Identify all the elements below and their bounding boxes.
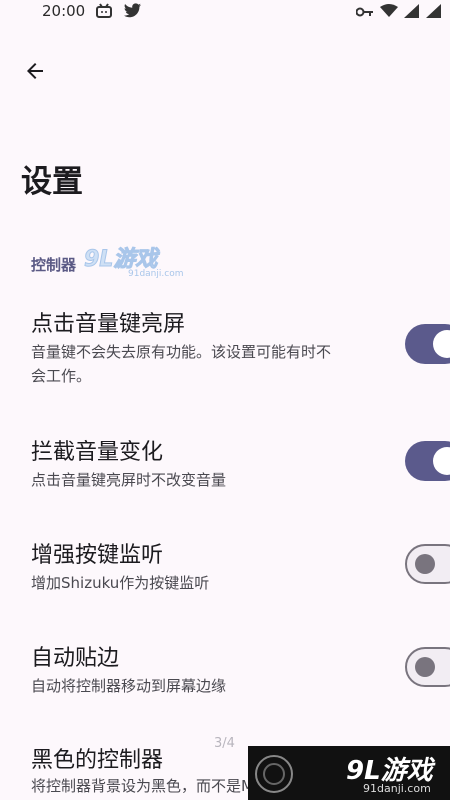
toggle-switch[interactable] xyxy=(405,441,450,481)
page-title: 设置 xyxy=(21,164,83,200)
setting-row-enhanced-key-listen[interactable]: 增强按键监听 增加Shizuku作为按键监听 xyxy=(0,533,450,603)
setting-title: 拦截音量变化 xyxy=(31,440,164,465)
switch-knob xyxy=(433,447,450,475)
status-bar: 20:00 xyxy=(0,0,450,24)
switch-knob xyxy=(415,554,435,574)
signal-icon-2 xyxy=(426,3,442,22)
setting-title: 点击音量键亮屏 xyxy=(31,312,186,337)
twitter-icon xyxy=(124,3,142,23)
setting-row-volume-key-wake[interactable]: 点击音量键亮屏 音量键不会失去原有功能。该设置可能有时不 会工作。 xyxy=(0,300,450,400)
setting-title: 黑色的控制器 xyxy=(31,748,164,773)
setting-title: 增强按键监听 xyxy=(31,543,164,568)
toggle-switch[interactable] xyxy=(405,647,450,687)
wifi-icon xyxy=(380,3,398,22)
watermark-url-text: 91danji.com xyxy=(128,269,183,279)
watermark-logo: 9L游戏 91danji.com xyxy=(84,244,184,280)
setting-desc: 增加Shizuku作为按键监听 xyxy=(31,574,210,592)
switch-knob xyxy=(433,330,450,358)
setting-desc: 点击音量键亮屏时不改变音量 xyxy=(31,471,227,489)
setting-row-intercept-volume[interactable]: 拦截音量变化 点击音量键亮屏时不改变音量 xyxy=(0,430,450,500)
setting-desc-line2: 会工作。 xyxy=(31,367,92,385)
toggle-switch[interactable] xyxy=(405,324,450,364)
bilibili-icon xyxy=(95,3,113,23)
toggle-switch[interactable] xyxy=(405,544,450,584)
setting-desc: 将控制器背景设为黑色，而不是Mo xyxy=(31,777,264,795)
setting-desc: 自动将控制器移动到屏幕边缘 xyxy=(31,677,227,695)
setting-desc: 音量键不会失去原有功能。该设置可能有时不 xyxy=(31,343,332,361)
setting-row-auto-snap-edge[interactable]: 自动贴边 自动将控制器移动到屏幕边缘 xyxy=(0,636,450,706)
status-time: 20:00 xyxy=(42,2,86,20)
back-button[interactable] xyxy=(20,56,50,86)
key-icon xyxy=(355,3,374,22)
signal-icon xyxy=(404,3,420,22)
section-header: 控制器 xyxy=(31,256,77,274)
switch-knob xyxy=(415,657,435,677)
corner-watermark-url: 91danji.com xyxy=(363,782,431,795)
arrow-back-icon xyxy=(27,63,43,79)
setting-title: 自动贴边 xyxy=(31,646,120,671)
page-indicator: 3/4 xyxy=(214,736,235,751)
